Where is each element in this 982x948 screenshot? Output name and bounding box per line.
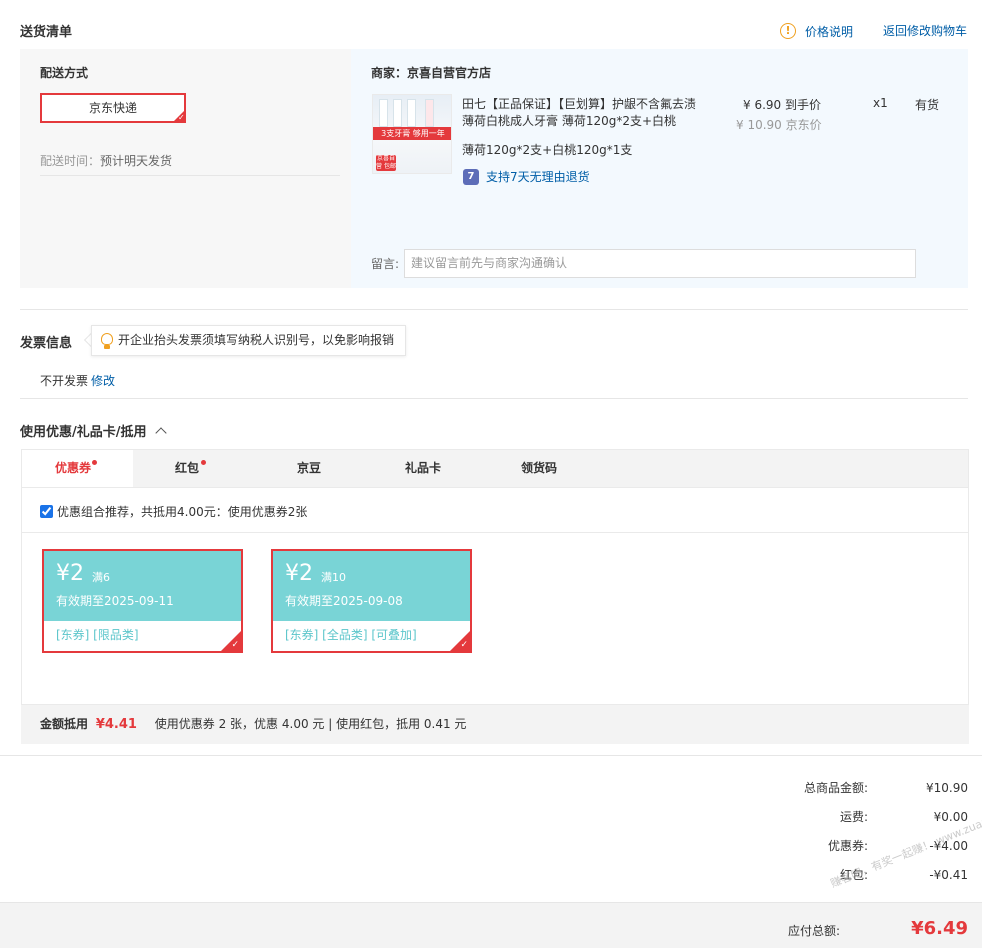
final-price: ¥ 6.90 到手价 bbox=[743, 98, 821, 112]
recommend-combo[interactable]: 优惠组合推荐，共抵用4.00元：使用优惠券2张 bbox=[40, 503, 307, 520]
jd-price: ¥ 10.90 京东价 bbox=[736, 118, 822, 132]
shipping-method-label: 配送方式 bbox=[40, 66, 89, 80]
coupon-condition: 满6 bbox=[92, 571, 110, 584]
discount-summary-detail: 使用优惠券 2 张，优惠 4.00 元 | 使用红包，抵用 0.41 元 bbox=[154, 717, 467, 731]
tab-red-packets-dot bbox=[201, 460, 206, 465]
discount-tabs: 优惠券 红包 京豆 礼品卡 领货码 bbox=[21, 449, 969, 488]
invoice-status: 不开发票 bbox=[40, 374, 89, 388]
seller-info: 商家：京喜自营官方店 bbox=[371, 64, 491, 81]
delivery-time-value: 预计明天发货 bbox=[100, 154, 173, 168]
coupon-amount: ¥2 bbox=[285, 561, 313, 586]
image-tube-4 bbox=[425, 99, 434, 127]
coupon-face: ¥2 满10 有效期至2025-09-08 bbox=[273, 551, 470, 621]
product-title-line2: 薄荷白桃成人牙膏 薄荷120g*2支+白桃 bbox=[462, 114, 677, 128]
tab-redeem-code[interactable]: 领货码 bbox=[521, 450, 557, 488]
discount-section-title: 使用优惠/礼品卡/抵用 bbox=[20, 425, 147, 440]
coupon-check-icon: ✓ bbox=[231, 640, 239, 650]
delivery-time-label: 配送时间： bbox=[40, 154, 101, 168]
discount-summary-label: 金额抵用 bbox=[40, 717, 89, 731]
delivery-time: 配送时间：预计明天发货 bbox=[40, 152, 172, 169]
coupon-tags: [东券] [全品类] [可叠加] bbox=[285, 628, 417, 642]
invoice-section-title: 发票信息 bbox=[20, 336, 73, 351]
shipping-option-label: 京东快递 bbox=[88, 101, 137, 115]
section-divider-3 bbox=[0, 755, 982, 756]
message-label: 留言: bbox=[371, 257, 400, 271]
shipping-option-jd-express[interactable]: 京东快递 bbox=[40, 93, 186, 123]
discount-summary: 金额抵用 ¥4.41 使用优惠券 2 张，优惠 4.00 元 | 使用红包，抵用… bbox=[21, 705, 969, 744]
lightbulb-icon bbox=[101, 333, 113, 345]
coupon-divider bbox=[21, 532, 969, 533]
info-icon: ! bbox=[780, 23, 796, 39]
shipping-fee-label: 运费: bbox=[839, 810, 868, 824]
coupon-tags: [东券] [限品类] bbox=[56, 628, 139, 642]
tab-redeem-code-label: 领货码 bbox=[521, 461, 558, 475]
discount-section-toggle[interactable]: 使用优惠/礼品卡/抵用 bbox=[20, 421, 167, 440]
product-title-line1: 田七【正品保证】【巨划算】护龈不含氟去渍 bbox=[462, 97, 697, 111]
product-spec: 薄荷120g*2支+白桃120g*1支 bbox=[462, 143, 633, 157]
product-image[interactable]: 3支牙膏 够用一年 京喜自营 包邮 bbox=[372, 94, 452, 174]
check-mark-icon: ✓ bbox=[178, 113, 185, 122]
coupon-expiry: 有效期至2025-09-08 bbox=[285, 594, 403, 608]
tab-gift-cards-label: 礼品卡 bbox=[405, 461, 442, 475]
tab-gift-cards[interactable]: 礼品卡 bbox=[405, 450, 441, 488]
price-note-link[interactable]: 价格说明 bbox=[805, 23, 853, 40]
seller-label: 商家： bbox=[371, 66, 408, 80]
back-to-cart-link[interactable]: 返回修改购物车 bbox=[883, 22, 967, 39]
image-tube-1 bbox=[379, 99, 388, 127]
coupon-amount: ¥2 bbox=[56, 561, 84, 586]
delivery-section-title: 送货清单 bbox=[20, 25, 73, 40]
tab-red-packets[interactable]: 红包 bbox=[175, 450, 206, 488]
lightbulb-base-icon bbox=[104, 345, 110, 349]
image-tag: 京喜自营 包邮 bbox=[376, 155, 396, 171]
coupon-deduction-label: 优惠券: bbox=[827, 839, 868, 853]
coupon-face: ¥2 满6 有效期至2025-09-11 bbox=[44, 551, 241, 621]
coupon-card[interactable]: ¥2 满10 有效期至2025-09-08 [东券] [全品类] [可叠加] ✓ bbox=[271, 549, 472, 653]
shipping-divider bbox=[40, 175, 340, 176]
recommend-checkbox[interactable] bbox=[40, 505, 53, 518]
shipping-fee-value: ¥0.00 bbox=[933, 810, 968, 824]
section-divider-1 bbox=[20, 309, 968, 310]
tab-red-packets-label: 红包 bbox=[175, 461, 200, 475]
discount-summary-amount: ¥4.41 bbox=[95, 717, 137, 732]
tab-jd-beans[interactable]: 京豆 bbox=[297, 450, 321, 488]
coupon-expiry: 有效期至2025-09-11 bbox=[56, 594, 174, 608]
tab-coupons-dot bbox=[92, 460, 97, 465]
tab-coupons[interactable]: 优惠券 bbox=[22, 450, 133, 488]
return-policy-link[interactable]: 支持7天无理由退货 bbox=[486, 168, 590, 185]
invoice-tip-text: 开企业抬头发票须填写纳税人识别号，以免影响报销 bbox=[118, 333, 395, 347]
message-placeholder: 建议留言前先与商家沟通确认 bbox=[411, 256, 568, 270]
shipping-fee-row: 运费: ¥0.00 bbox=[788, 809, 968, 825]
product-title-link[interactable]: 田七【正品保证】【巨划算】护龈不含氟去渍 薄荷白桃成人牙膏 薄荷120g*2支+… bbox=[462, 96, 712, 130]
message-input[interactable]: 建议留言前先与商家沟通确认 bbox=[404, 249, 916, 278]
invoice-modify-link[interactable]: 修改 bbox=[91, 372, 115, 389]
payable-value: ¥6.49 bbox=[911, 918, 968, 939]
coupon-card[interactable]: ¥2 满6 有效期至2025-09-11 [东券] [限品类] ✓ bbox=[42, 549, 243, 653]
recommend-checkbox-label: 优惠组合推荐，共抵用4.00元：使用优惠券2张 bbox=[57, 505, 308, 519]
return-policy-icon: 7 bbox=[463, 169, 479, 185]
quantity: x1 bbox=[873, 96, 888, 110]
section-divider-2 bbox=[20, 398, 968, 399]
stock-status: 有货 bbox=[915, 98, 940, 112]
seller-name: 京喜自营官方店 bbox=[407, 66, 492, 80]
tab-coupons-label: 优惠券 bbox=[55, 461, 92, 475]
payable-label: 应付总额: bbox=[787, 924, 840, 938]
total-goods-row: 总商品金额: ¥10.90 bbox=[788, 780, 968, 796]
image-banner: 3支牙膏 够用一年 bbox=[373, 127, 451, 140]
coupon-check-icon: ✓ bbox=[460, 640, 468, 650]
chevron-up-icon bbox=[155, 427, 167, 439]
total-goods-label: 总商品金额: bbox=[803, 781, 868, 795]
image-tube-3 bbox=[407, 99, 416, 127]
image-tube-2 bbox=[393, 99, 402, 127]
total-goods-value: ¥10.90 bbox=[926, 781, 968, 795]
tab-jd-beans-label: 京豆 bbox=[297, 461, 322, 475]
invoice-tip: 开企业抬头发票须填写纳税人识别号，以免影响报销 bbox=[91, 325, 406, 356]
coupon-condition: 满10 bbox=[321, 571, 346, 584]
